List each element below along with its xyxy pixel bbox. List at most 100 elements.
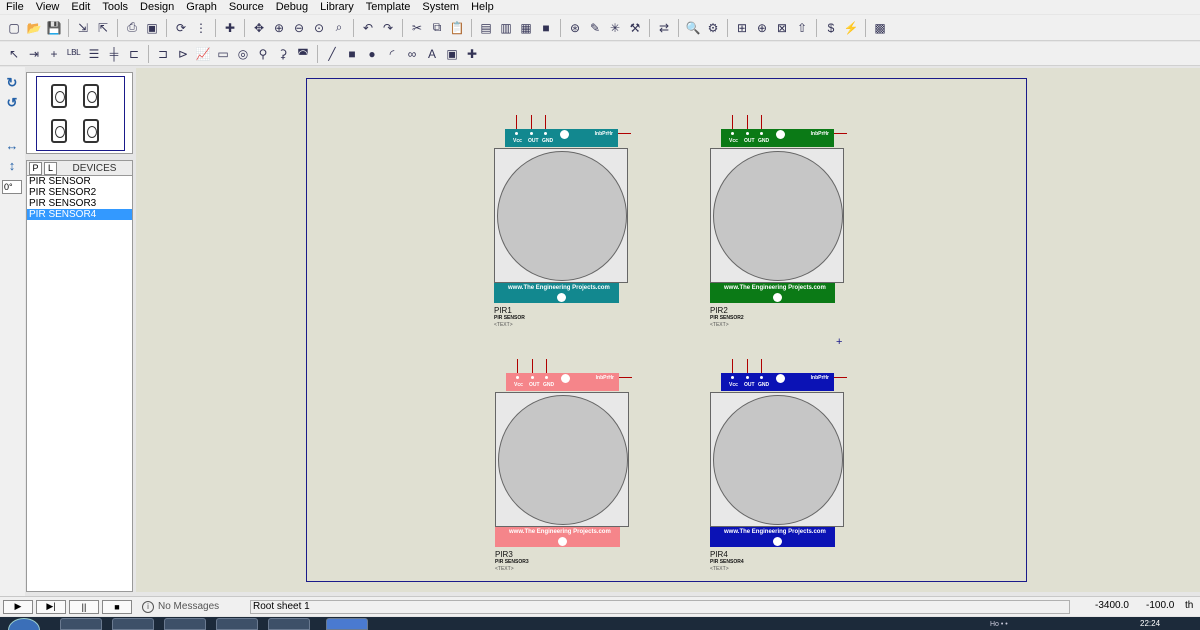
pan-button[interactable]: ✥ — [250, 19, 268, 37]
property-tool-button[interactable]: ⚙ — [704, 19, 722, 37]
terminal-button[interactable]: ⊐ — [154, 45, 172, 63]
line-button[interactable]: ╱ — [323, 45, 341, 63]
mirror-vertical-icon[interactable]: ↕ — [3, 157, 21, 173]
device-list-item[interactable]: PIR SENSOR2 — [27, 187, 132, 198]
pir-sensor-component[interactable]: Vcc OUT GND lnbPrHr www.The Engineering Proj… — [710, 359, 855, 584]
taskbar-app-folder[interactable] — [112, 618, 154, 630]
new-sheet-button[interactable]: ⊞ — [733, 19, 751, 37]
grid-button[interactable]: ⋮ — [192, 19, 210, 37]
device-list-item[interactable]: PIR SENSOR4 — [27, 209, 132, 220]
block-copy-button[interactable]: ▤ — [477, 19, 495, 37]
menu-system[interactable]: System — [416, 0, 465, 14]
step-button[interactable]: ▶| — [36, 599, 66, 614]
box-button[interactable]: ■ — [343, 45, 361, 63]
menu-template[interactable]: Template — [360, 0, 417, 14]
junction-dot-button[interactable]: + — [45, 45, 63, 63]
ares-button[interactable]: ▩ — [871, 19, 889, 37]
text-button[interactable]: A — [423, 45, 441, 63]
decompose-button[interactable]: ⚒ — [626, 19, 644, 37]
circle-button[interactable]: ● — [363, 45, 381, 63]
device-list-item[interactable]: PIR SENSOR — [27, 176, 132, 187]
voltage-probe-button[interactable]: ⚲ — [254, 45, 272, 63]
pick-devices-tab[interactable]: P — [29, 161, 42, 175]
zoom-area-button[interactable]: ⌕ — [330, 19, 348, 37]
menu-library[interactable]: Library — [314, 0, 360, 14]
pir-sensor-component[interactable]: Vcc OUT GND lnbPrHr www.The Engineering Proj… — [495, 359, 640, 584]
new-file-button[interactable]: ▢ — [5, 19, 23, 37]
menu-source[interactable]: Source — [223, 0, 270, 14]
menu-debug[interactable]: Debug — [270, 0, 314, 14]
redo-button[interactable]: ↷ — [379, 19, 397, 37]
taskbar-app-chrome[interactable] — [216, 618, 258, 630]
current-probe-button[interactable]: ⚳ — [274, 45, 292, 63]
menu-edit[interactable]: Edit — [65, 0, 96, 14]
pir-sensor-component[interactable]: Vcc OUT GND lnbPrHr www.The Engineering Proj… — [710, 115, 855, 340]
play-button[interactable]: ▶ — [3, 599, 33, 614]
taskbar-app-proteus[interactable] — [326, 618, 368, 630]
menu-help[interactable]: Help — [465, 0, 500, 14]
goto-child-button[interactable]: ⇧ — [793, 19, 811, 37]
make-device-button[interactable]: ✎ — [586, 19, 604, 37]
bill-of-materials-button[interactable]: $ — [822, 19, 840, 37]
packaging-tool-button[interactable]: ✳ — [606, 19, 624, 37]
selection-mode-button[interactable]: ↖ — [5, 45, 23, 63]
print-area-button[interactable]: ▣ — [143, 19, 161, 37]
export-button[interactable]: ⇱ — [94, 19, 112, 37]
bus-button[interactable]: ╪ — [105, 45, 123, 63]
taskbar-app-explorer[interactable] — [60, 618, 102, 630]
rotation-angle-field[interactable]: 0° — [2, 180, 22, 194]
print-button[interactable]: ⎙ — [123, 19, 141, 37]
copy-button[interactable]: ⧉ — [428, 19, 446, 37]
zoom-out-button[interactable]: ⊖ — [290, 19, 308, 37]
menu-graph[interactable]: Graph — [180, 0, 223, 14]
rotate-clockwise-icon[interactable]: ↻ — [3, 75, 21, 91]
save-button[interactable]: 💾 — [45, 19, 63, 37]
generator-button[interactable]: ◎ — [234, 45, 252, 63]
menu-tools[interactable]: Tools — [96, 0, 134, 14]
menu-view[interactable]: View — [30, 0, 66, 14]
path-button[interactable]: ∞ — [403, 45, 421, 63]
message-area[interactable]: i No Messages — [142, 600, 219, 614]
mirror-horizontal-icon[interactable]: ↔ — [3, 137, 21, 153]
tape-recorder-button[interactable]: ▭ — [214, 45, 232, 63]
schematic-canvas[interactable]: + Vcc OUT GND lnbPrHr www.The Engineering Pr… — [136, 68, 1200, 592]
import-button[interactable]: ⇲ — [74, 19, 92, 37]
paste-button[interactable]: 📋 — [448, 19, 466, 37]
library-manager-tab[interactable]: L — [44, 161, 57, 175]
component-mode-button[interactable]: ⇥ — [25, 45, 43, 63]
stop-button[interactable]: ■ — [102, 599, 132, 614]
refresh-button[interactable]: ⟳ — [172, 19, 190, 37]
wire-autorouter-button[interactable]: ⇄ — [655, 19, 673, 37]
device-pin-button[interactable]: ⊳ — [174, 45, 192, 63]
graph-button[interactable]: 📈 — [194, 45, 212, 63]
device-list-item[interactable]: PIR SENSOR3 — [27, 198, 132, 209]
menu-design[interactable]: Design — [134, 0, 180, 14]
virtual-instruments-button[interactable]: ◚ — [294, 45, 312, 63]
symbol-button[interactable]: ▣ — [443, 45, 461, 63]
block-rotate-button[interactable]: ▦ — [517, 19, 535, 37]
text-script-button[interactable]: ☰ — [85, 45, 103, 63]
origin-button[interactable]: ✚ — [221, 19, 239, 37]
search-tag-button[interactable]: 🔍 — [684, 19, 702, 37]
menu-file[interactable]: File — [0, 0, 30, 14]
zoom-all-button[interactable]: ⊙ — [310, 19, 328, 37]
undo-button[interactable]: ↶ — [359, 19, 377, 37]
overview-window[interactable] — [26, 72, 133, 154]
remove-sheet-button[interactable]: ⊠ — [773, 19, 791, 37]
zoom-in-button[interactable]: ⊕ — [270, 19, 288, 37]
taskbar-app-arduino[interactable] — [268, 618, 310, 630]
open-folder-button[interactable]: 📂 — [25, 19, 43, 37]
block-delete-button[interactable]: ■ — [537, 19, 555, 37]
pause-button[interactable]: || — [69, 599, 99, 614]
rotate-anticlockwise-icon[interactable]: ↺ — [3, 95, 21, 111]
wire-label-button[interactable]: ᴸᴮᴸ — [65, 45, 83, 63]
pick-device-button[interactable]: ⊛ — [566, 19, 584, 37]
marker-button[interactable]: ✚ — [463, 45, 481, 63]
arc-button[interactable]: ◜ — [383, 45, 401, 63]
pir-sensor-component[interactable]: Vcc OUT GND lnbPrHr www.The Engineering Proj… — [494, 115, 639, 340]
cut-button[interactable]: ✂ — [408, 19, 426, 37]
electrical-rules-button[interactable]: ⚡ — [842, 19, 860, 37]
block-move-button[interactable]: ▥ — [497, 19, 515, 37]
add-sheet-button[interactable]: ⊕ — [753, 19, 771, 37]
subcircuit-button[interactable]: ⊏ — [125, 45, 143, 63]
